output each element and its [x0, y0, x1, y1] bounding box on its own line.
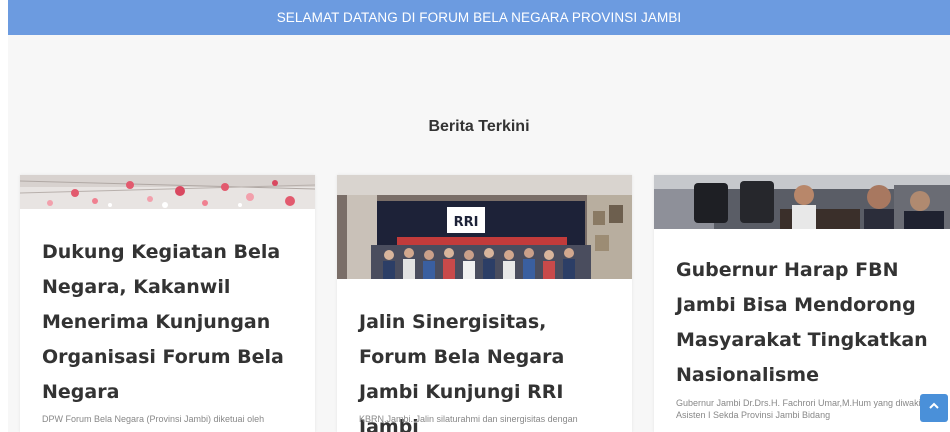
scroll-to-top-button[interactable]: [920, 394, 948, 422]
news-excerpt: DPW Forum Bela Negara (Provinsi Jambi) d…: [42, 414, 265, 424]
section-title: Berita Terkini: [428, 118, 530, 135]
svg-text:RRI: RRI: [454, 215, 479, 230]
news-image[interactable]: RRI: [337, 175, 632, 279]
news-card[interactable]: Gubernur Harap FBN Jambi Bisa Mendorong …: [654, 175, 950, 432]
news-card[interactable]: Dukung Kegiatan Bela Negara, Kakanwil Me…: [20, 175, 315, 432]
news-excerpt: Gubernur Jambi Dr.Drs.H. Fachrori Umar,M…: [676, 398, 925, 420]
chevron-up-icon: [928, 399, 940, 417]
news-image[interactable]: [654, 175, 950, 229]
welcome-title: SELAMAT DATANG DI FORUM BELA NEGARA PROV…: [276, 10, 682, 25]
news-image[interactable]: [20, 175, 315, 209]
news-card[interactable]: RRI Jalin Sinergisitas, Forum Bela Negar…: [337, 175, 632, 432]
news-excerpt: KBRN.Jambi. Jalin silaturahmi dan sinerg…: [359, 414, 578, 424]
welcome-banner: SELAMAT DATANG DI FORUM BELA NEGARA PROV…: [8, 0, 950, 35]
news-title[interactable]: Gubernur Harap FBN Jambi Bisa Mendorong …: [676, 253, 936, 393]
news-title[interactable]: Dukung Kegiatan Bela Negara, Kakanwil Me…: [42, 235, 301, 410]
